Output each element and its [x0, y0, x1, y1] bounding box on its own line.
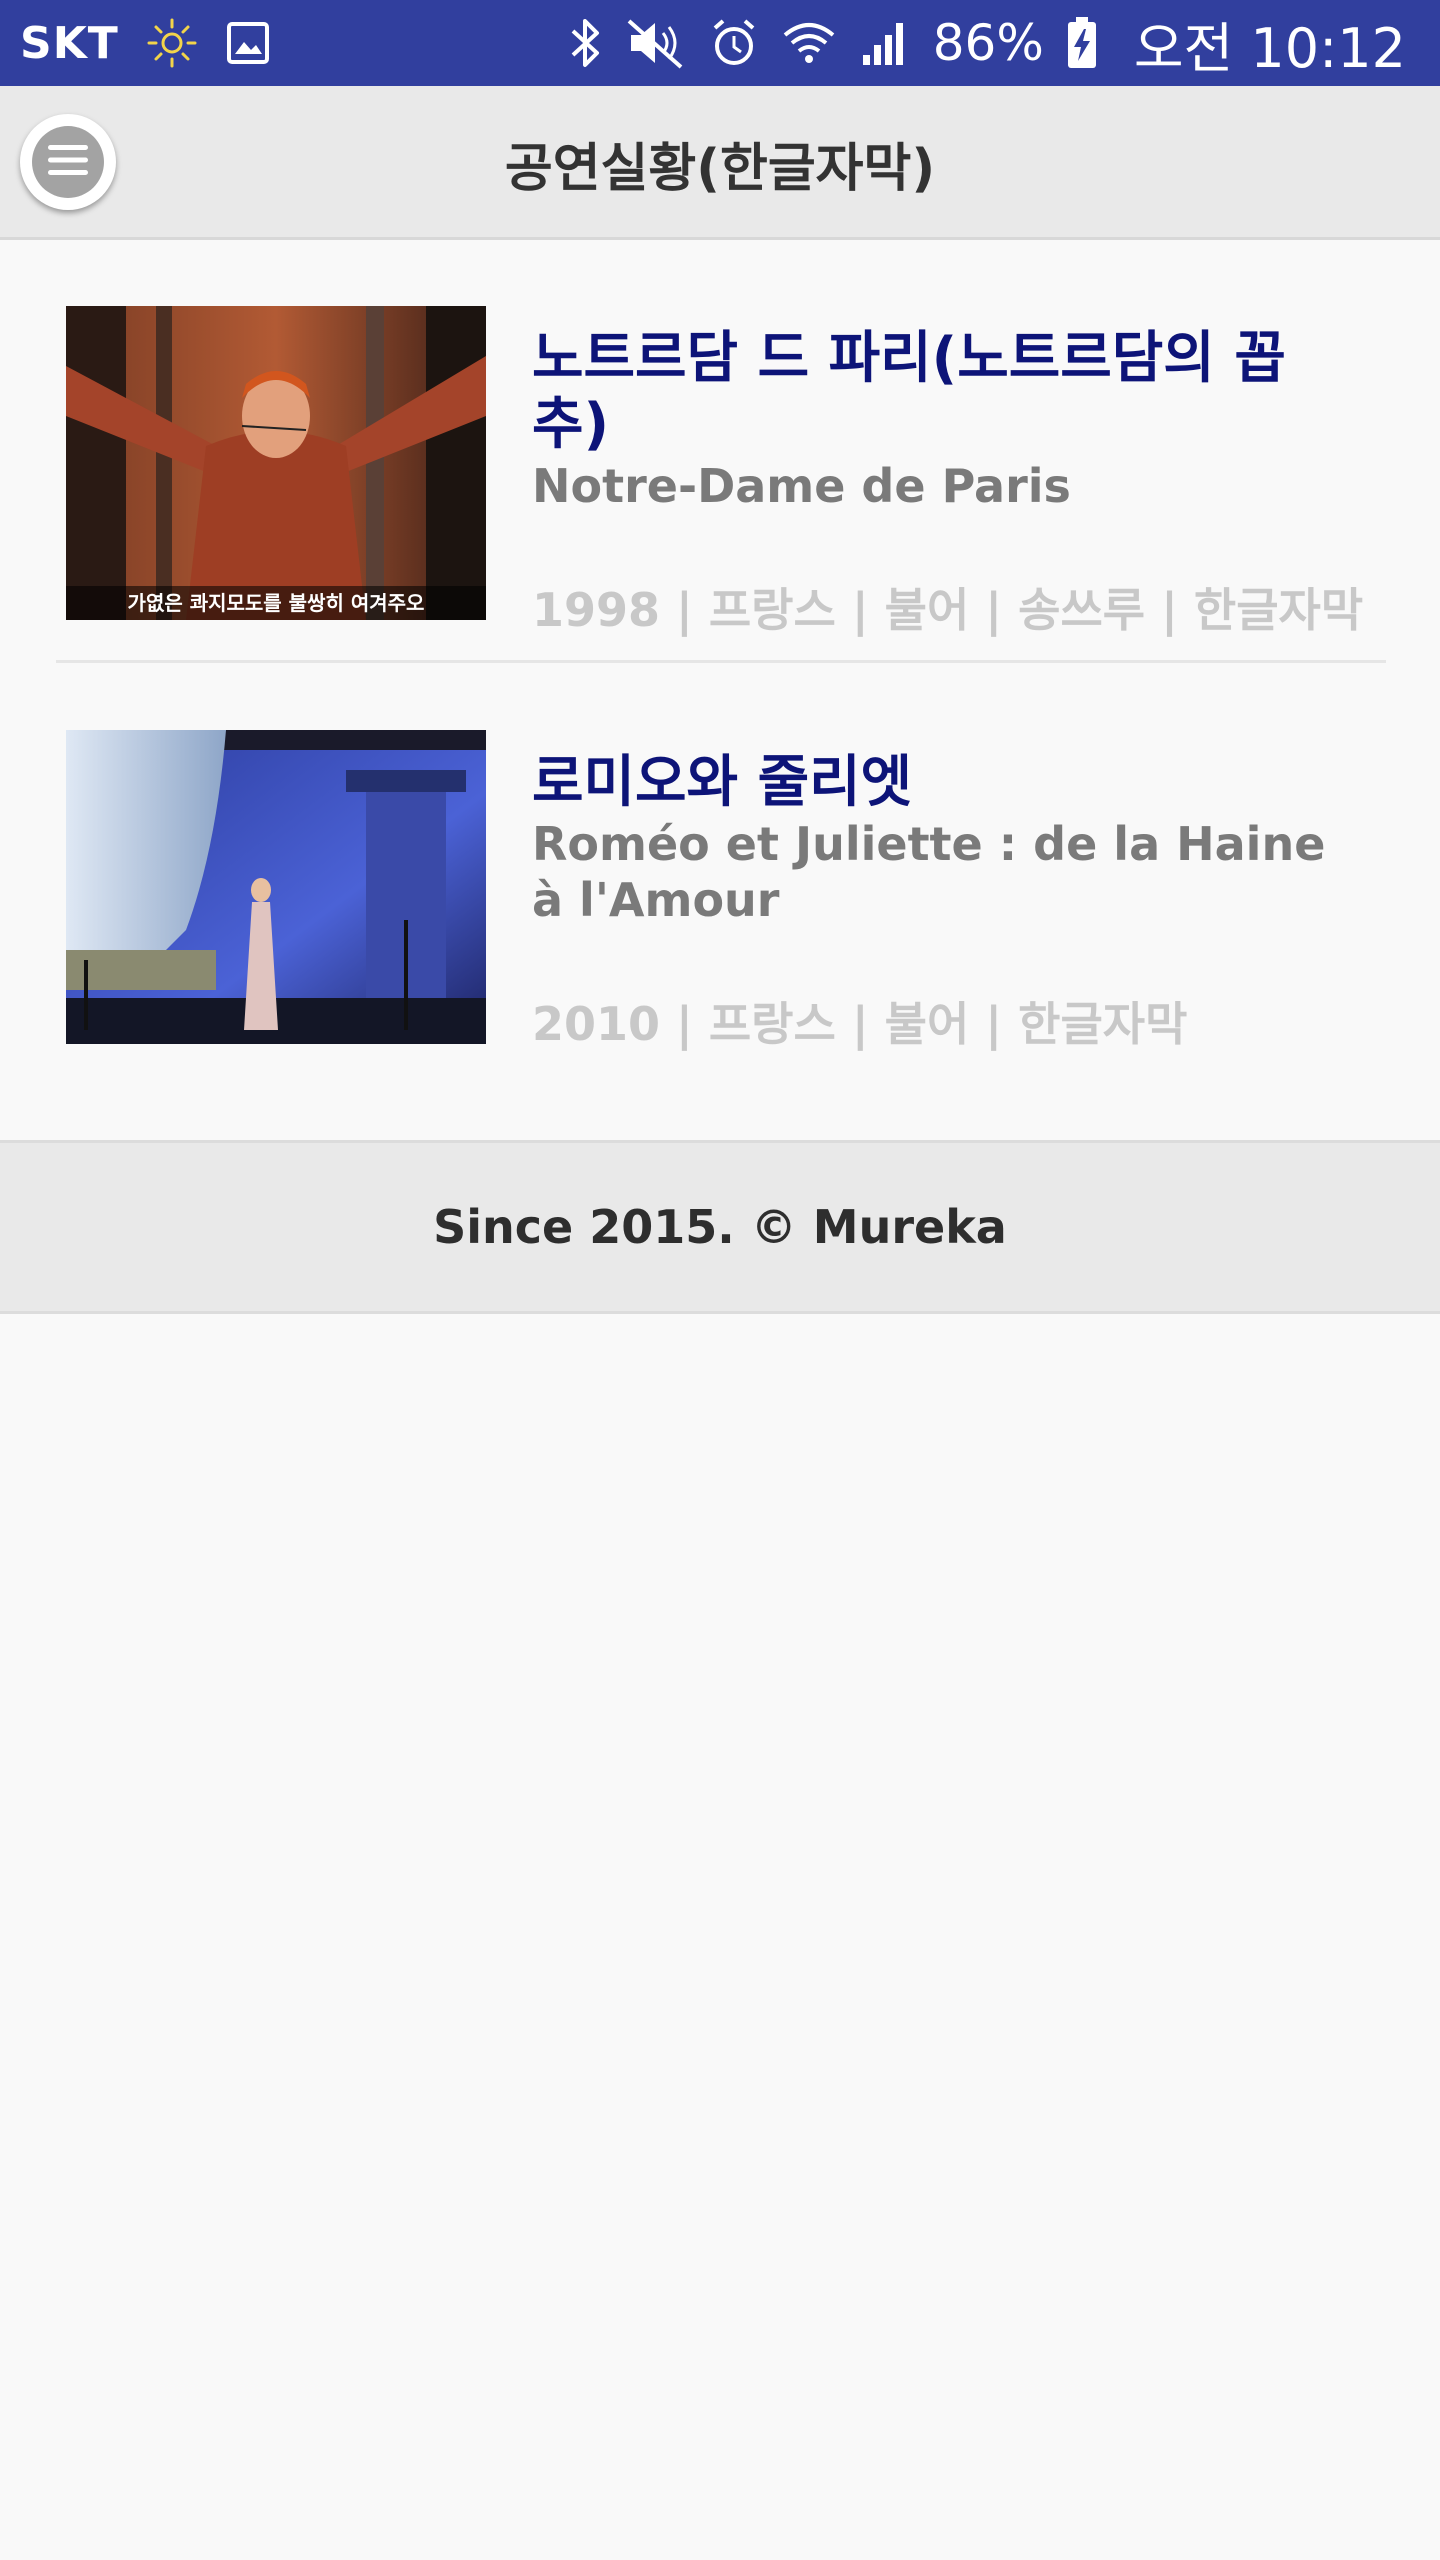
battery-charging-icon: [1066, 15, 1098, 71]
item-title[interactable]: 로미오와 줄리엣: [532, 750, 1352, 816]
alarm-icon: [709, 16, 759, 70]
item-text: 노트르담 드 파리(노트르담의 꼽추) Notre-Dame de Paris …: [532, 326, 1364, 638]
page-title: 공연실황(한글자막): [504, 139, 936, 199]
divider: [56, 660, 1386, 663]
image-icon: [225, 20, 271, 66]
signal-icon: [859, 17, 911, 69]
app-bar: 공연실황(한글자막): [0, 86, 1440, 240]
item-title[interactable]: 노트르담 드 파리(노트르담의 꼽추): [532, 326, 1352, 458]
thumbnail-notre-dame[interactable]: 가엾은 콰지모도를 불쌍히 여겨주오: [66, 306, 486, 620]
bluetooth-icon: [567, 15, 603, 71]
item-subtitle: Roméo et Juliette : de la Haine à l'Amou…: [532, 817, 1326, 927]
list-item[interactable]: 가엾은 콰지모도를 불쌍히 여겨주오 노트르담 드 파리(노트르담의 꼽추) N…: [56, 240, 1386, 664]
carrier-label: SKT: [20, 17, 119, 69]
item-meta: 1998 | 프랑스 | 불어 | 송쓰루 | 한글자막: [532, 583, 1364, 637]
thumbnail-romeo-juliette[interactable]: [66, 730, 486, 1044]
thumbnail-caption: 가엾은 콰지모도를 불쌍히 여겨주오: [128, 591, 425, 615]
brightness-icon: [145, 16, 199, 70]
item-subtitle: Notre-Dame de Paris: [532, 459, 1071, 513]
list-item[interactable]: 로미오와 줄리엣 Roméo et Juliette : de la Haine…: [56, 664, 1386, 1088]
battery-percent: 86%: [932, 14, 1044, 72]
item-meta: 2010 | 프랑스 | 불어 | 한글자막: [532, 997, 1188, 1051]
footer: Since 2015. © Mureka: [0, 1140, 1440, 1314]
wifi-icon: [781, 15, 837, 71]
status-bar: SKT 86% 오전 10:12: [0, 0, 1440, 86]
footer-text: Since 2015. © Mureka: [433, 1200, 1007, 1254]
mute-icon: [625, 15, 687, 71]
clock: 오전 10:12: [1133, 16, 1406, 80]
item-text: 로미오와 줄리엣 Roméo et Juliette : de la Haine…: [532, 750, 1352, 1052]
